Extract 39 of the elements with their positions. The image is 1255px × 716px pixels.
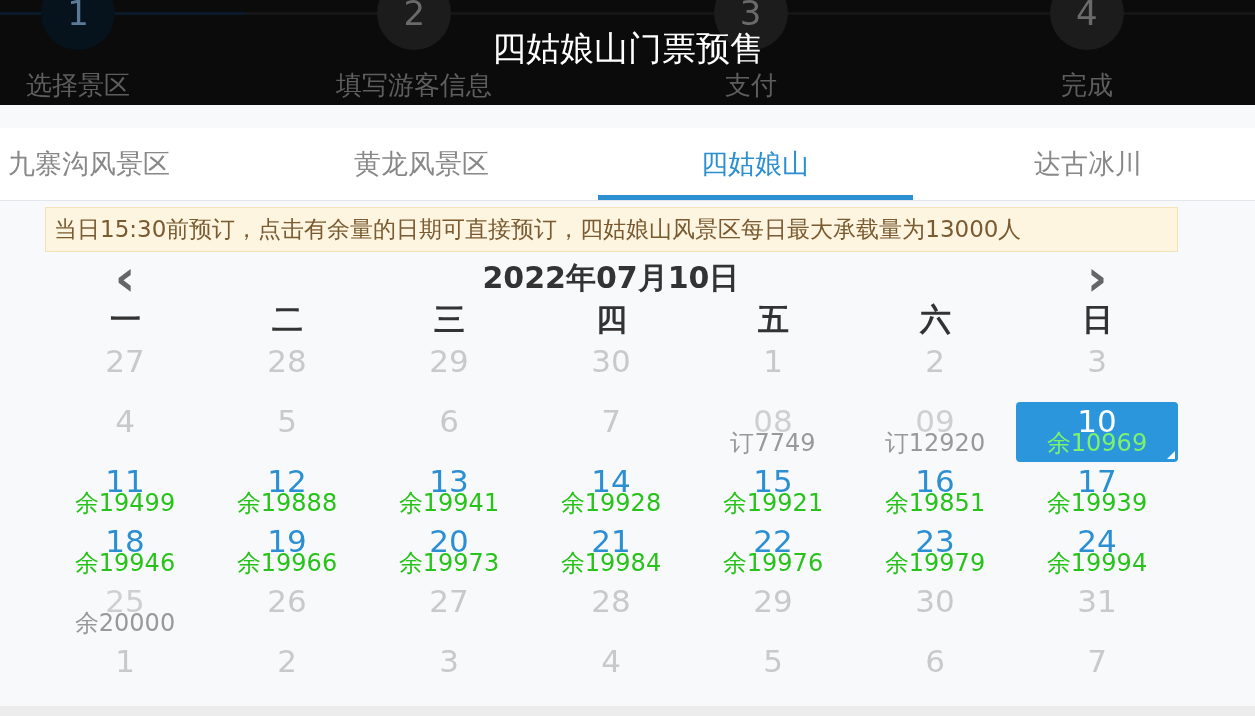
day-cell[interactable]: 23 余19979	[854, 522, 1016, 582]
weekday-label: 三	[433, 301, 465, 337]
weekday-label: 一	[109, 301, 141, 337]
step-number: 4	[1049, 0, 1124, 50]
day-cell[interactable]: 10 余10969	[1016, 402, 1178, 462]
day-cell[interactable]: 11 余19499	[44, 462, 206, 522]
day-cell[interactable]: 12 余19888	[206, 462, 368, 522]
step-label: 填写游客信息	[336, 70, 493, 100]
day-cell[interactable]: 17 余19939	[1016, 462, 1178, 522]
scenic-tab[interactable]: 四姑娘山	[597, 128, 913, 200]
day-cell[interactable]: 21 余19984	[530, 522, 692, 582]
calendar-title: 2022年07月10日	[482, 258, 740, 297]
step-label: 完成	[1060, 70, 1113, 100]
weekday-label: 二	[271, 301, 303, 337]
day-cell[interactable]: 20 余19973	[368, 522, 530, 582]
step-label: 选择景区	[26, 70, 131, 100]
day-cell[interactable]: 19 余19966	[206, 522, 368, 582]
next-button[interactable]: ›	[1016, 258, 1178, 298]
step-number: 1	[41, 0, 116, 50]
day-cell[interactable]: 22 余19976	[692, 522, 854, 582]
day-cell[interactable]: 18 余19946	[44, 522, 206, 582]
day-cell[interactable]: 24 余19994	[1016, 522, 1178, 582]
step-label: 支付	[724, 70, 777, 100]
weekday-label: 六	[919, 301, 951, 337]
scenic-tab[interactable]: 九寨沟风景区	[0, 128, 247, 200]
previous-button[interactable]: ‹	[44, 258, 206, 298]
day-cell[interactable]: 15 余19921	[692, 462, 854, 522]
scenic-tab[interactable]: 达古冰川	[930, 128, 1246, 200]
corner-triangle-icon	[1167, 451, 1175, 459]
notice-banner: 当日15:30前预订，点击有余量的日期可直接预订，四姑娘山风景区每日最大承载量为13000人	[45, 207, 1178, 252]
weekday-label: 四	[595, 301, 627, 337]
weekday-label: 日	[1081, 301, 1113, 337]
weekday-label: 五	[757, 301, 789, 337]
page-title: 四姑娘山门票预售	[491, 27, 764, 70]
day-cell[interactable]: 13 余19941	[368, 462, 530, 522]
day-cell[interactable]: 14 余19928	[530, 462, 692, 522]
scenic-tab[interactable]: 黄龙风景区	[264, 128, 580, 200]
step-number: 2	[377, 0, 452, 50]
day-cell[interactable]: 16 余19851	[854, 462, 1016, 522]
